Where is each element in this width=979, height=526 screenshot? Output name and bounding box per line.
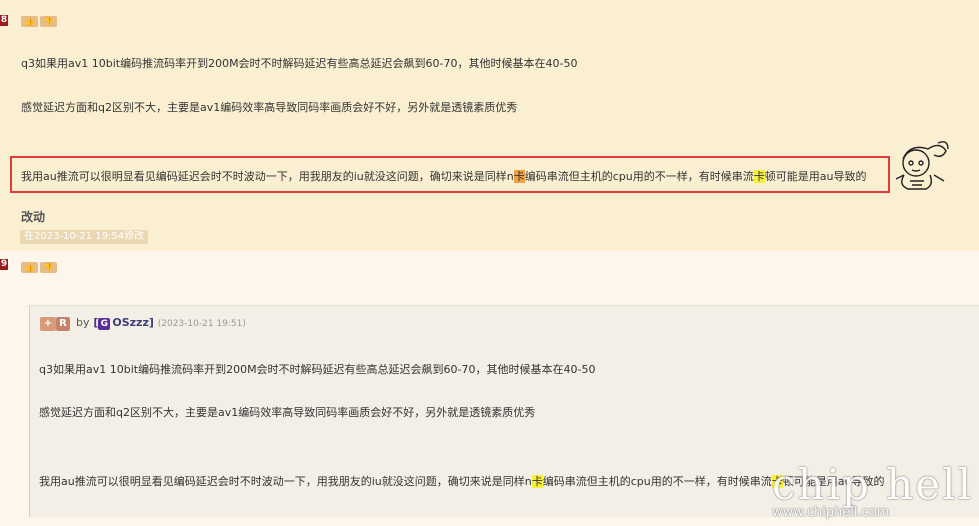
quote-timestamp: (2023-10-21 19:51) [157,319,246,329]
highlight-yellow: 卡 [753,170,765,183]
quote-line: 感觉延迟方面和q2区别不大，主要是av1编码效率高导致同码率画质会好不好，另外就… [39,406,536,419]
edit-timestamp-badge: 在2023-10-21 19:54修改 [20,230,149,244]
watermark-url: www.chiphell.com [771,505,890,520]
bracket-close: ] [148,316,154,329]
highlight-yellow: 卡 [531,475,543,488]
rate-r-button[interactable]: R [56,317,70,331]
floor-number: 9 [0,259,8,270]
user-group-icon: G [98,318,111,330]
vote-bar: 👍 👎 [21,16,57,27]
text-segment: 顿可能是用au导致的 [764,170,867,183]
site-watermark: chip hell www.chiphell.com [771,460,973,521]
edit-label: 改动 [21,210,46,224]
text-segment: 编码串流但主机的cpu用的不一样，有时候串流 [542,475,772,488]
text-segment: 我用au推流可以很明显看见编码延迟会时不时波动一下，用我朋友的iu就没这问题，确… [39,475,532,488]
vote-bar: 👍 👎 [21,262,57,273]
highlight-orange: 卡 [513,170,525,183]
by-label: by [76,316,90,329]
thumbs-down-icon[interactable]: 👎 [40,16,57,27]
watermark-logo: chip hell [771,460,973,509]
thumbs-up-icon[interactable]: 👍 [21,16,38,27]
quote-username[interactable]: OSzzz [112,316,148,329]
quote-author-line: by [G OSzzz] (2023-10-21 19:51) [76,316,246,330]
post-line: q3如果用av1 10bit编码推流码率开到200M会时不时解码延迟有些高总延迟… [21,57,578,70]
rate-plus-button[interactable]: + [40,317,56,331]
text-segment: 我用au推流可以很明显看见编码延迟会时不时波动一下，用我朋友的iu就没这问题，确… [21,170,514,183]
thumbs-down-icon[interactable]: 👎 [40,262,57,273]
floor-number: 8 [0,15,8,26]
post-line: 感觉延迟方面和q2区别不大，主要是av1编码效率高导致同码率画质会好不好，另外就… [21,101,518,114]
anime-doodle-icon [895,141,949,190]
quote-line-highlighted: 我用au推流可以很明显看见编码延迟会时不时波动一下，用我朋友的iu就没这问题，确… [39,473,884,489]
text-segment: 编码串流但主机的cpu用的不一样，有时候串流 [524,170,754,183]
quote-line: q3如果用av1 10bit编码推流码率开到200M会时不时解码延迟有些高总延迟… [39,363,596,376]
thumbs-up-icon[interactable]: 👍 [21,262,38,273]
post-8: 8 👍 👎 q3如果用av1 10bit编码推流码率开到200M会时不时解码延迟… [0,0,979,251]
post-line-highlighted: 我用au推流可以很明显看见编码延迟会时不时波动一下，用我朋友的iu就没这问题，确… [21,168,866,184]
